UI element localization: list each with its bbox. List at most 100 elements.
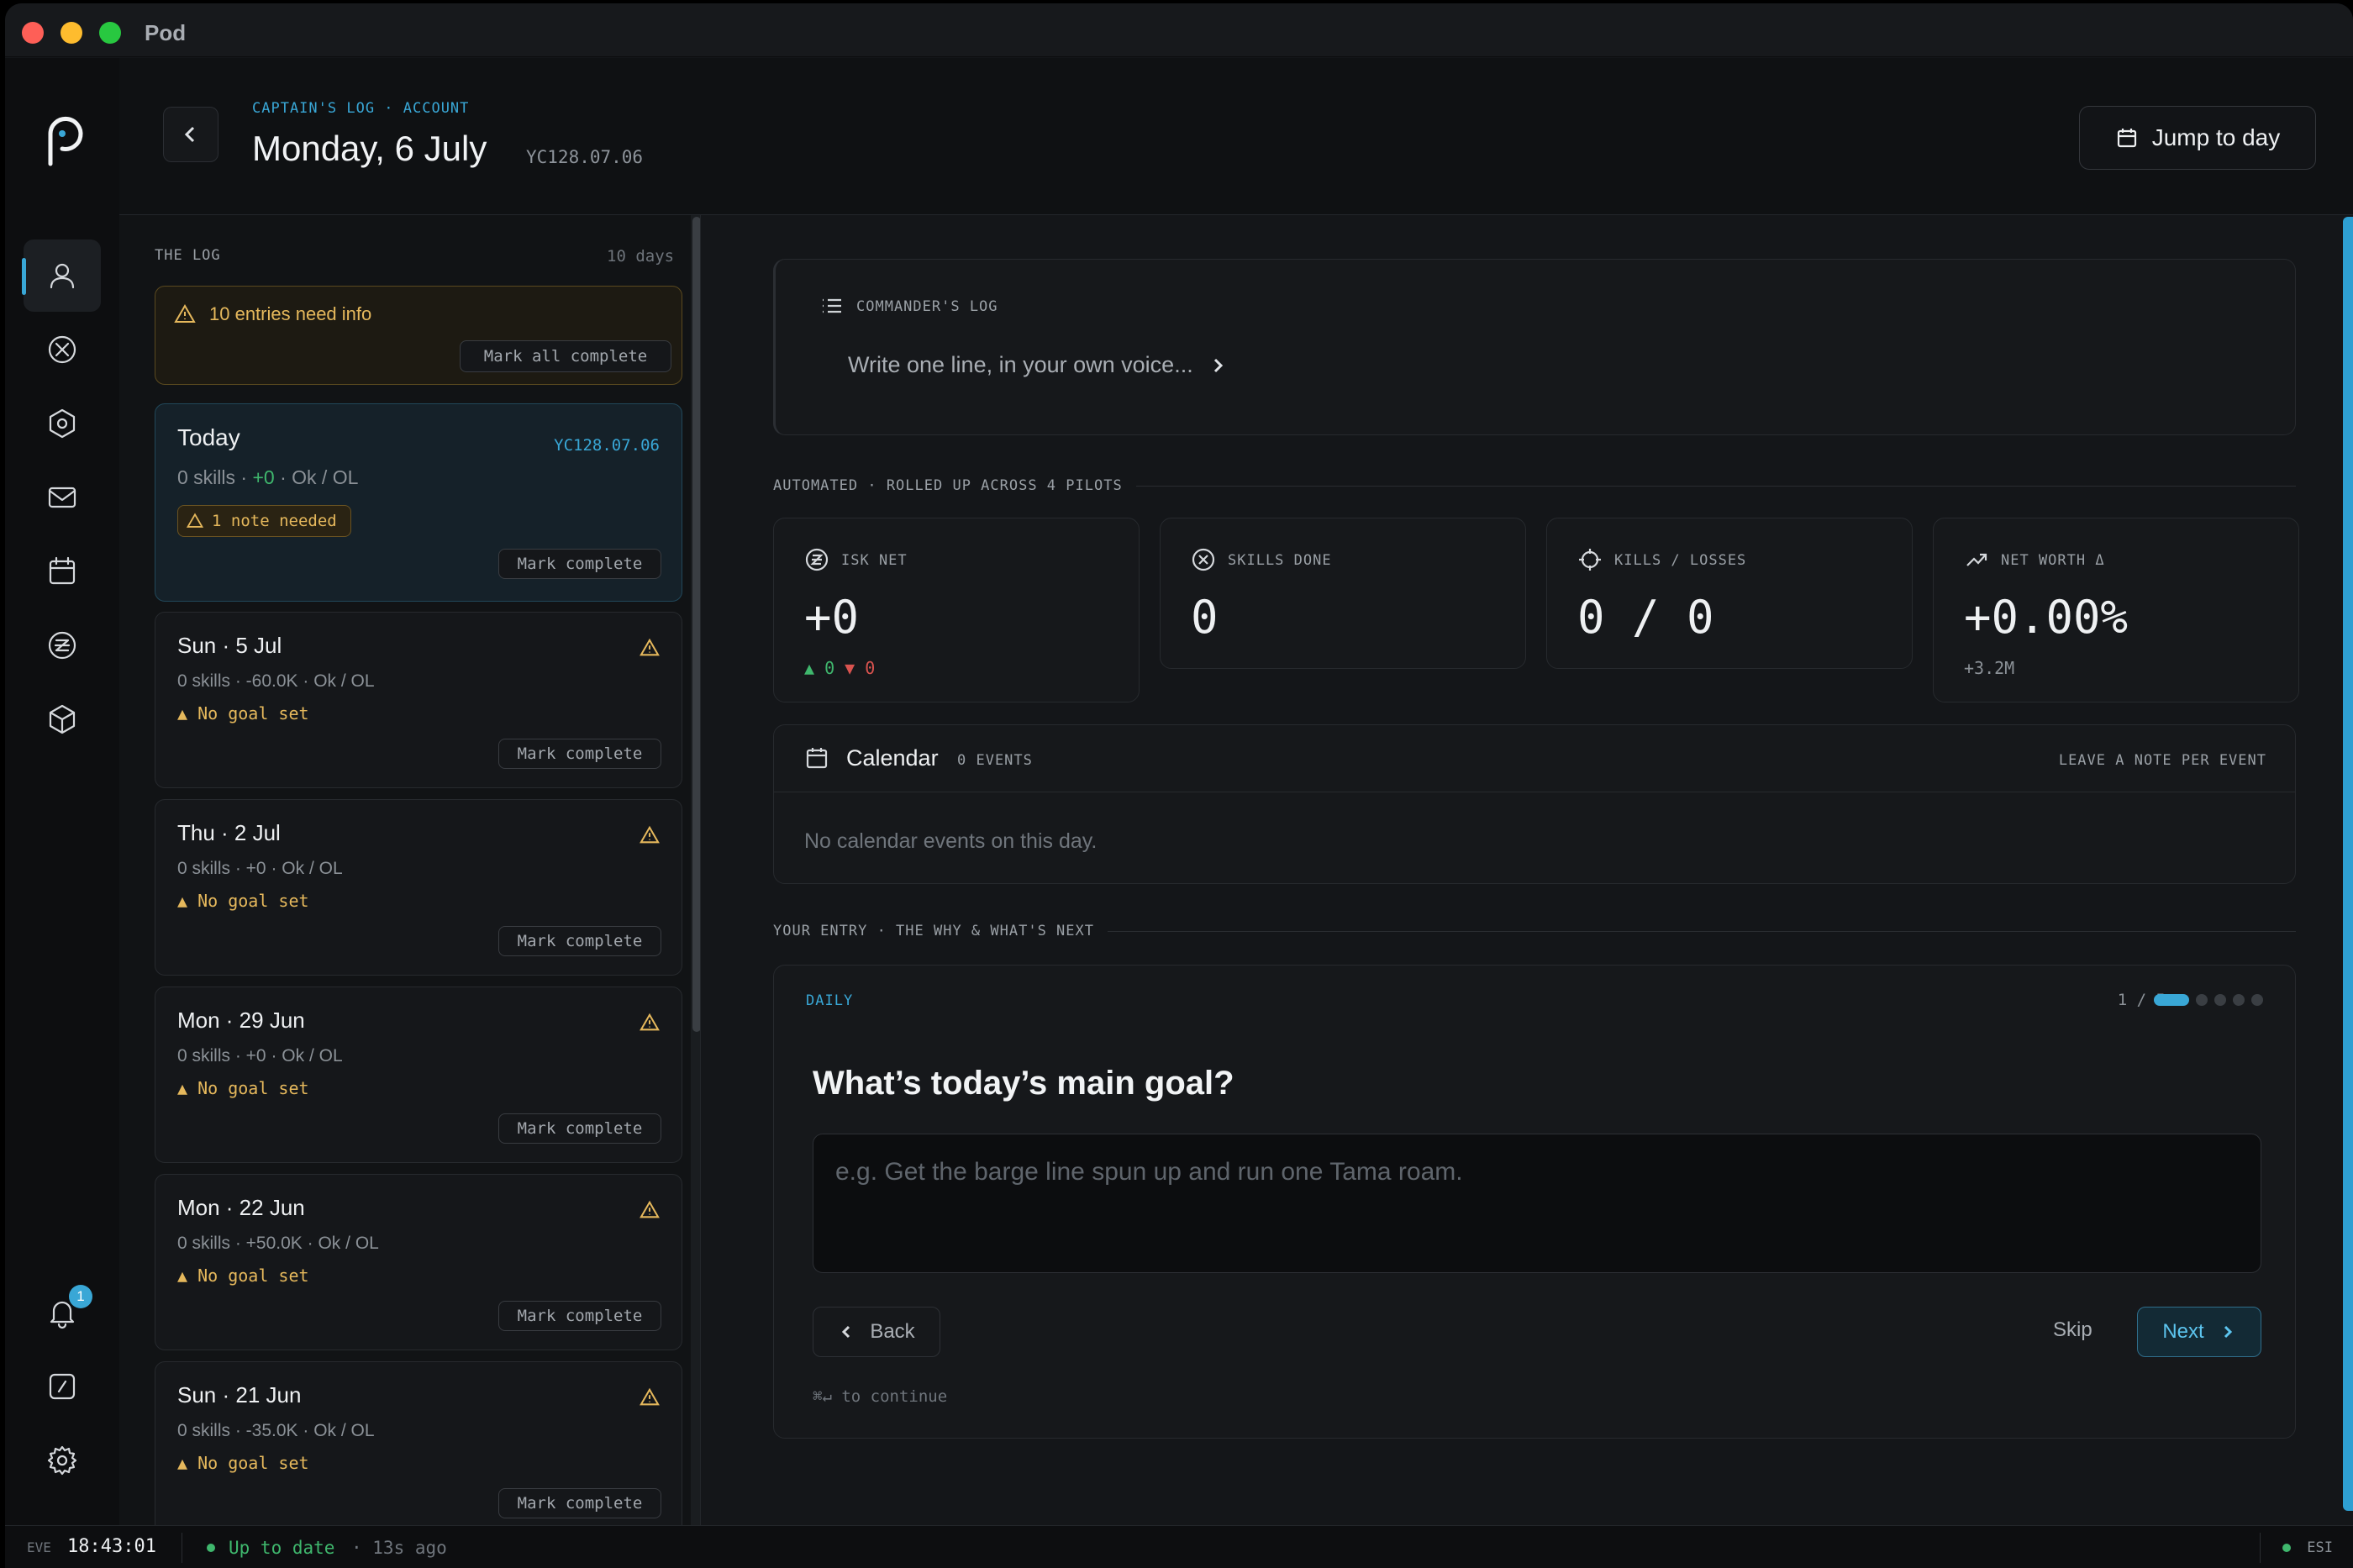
mail-icon <box>48 487 76 508</box>
card-stamp: YC128.07.06 <box>554 436 660 455</box>
hexagon-icon <box>49 408 76 439</box>
goal-text: No goal set <box>197 891 309 911</box>
calendar-empty-text: No calendar events on this day. <box>804 829 1098 853</box>
nav-calendar-button[interactable] <box>24 535 101 608</box>
step-dot <box>2214 994 2226 1006</box>
dashboard-button[interactable] <box>24 1350 101 1423</box>
log-card[interactable]: Mon · 22 Jun 0 skills · +50.0K · Ok / OL ▲… <box>155 1174 682 1350</box>
log-scrollbar[interactable] <box>691 215 700 1525</box>
metric-label: ISK NET <box>841 552 908 569</box>
section-divider <box>1108 930 2296 932</box>
close-window-button[interactable] <box>22 22 44 44</box>
card-goal: ▲ No goal set <box>177 1265 309 1286</box>
jump-to-day-button[interactable]: Jump to day <box>2079 106 2316 170</box>
log-card[interactable]: Sun · 21 Jun 0 skills · -35.0K · Ok / OL ▲… <box>155 1361 682 1525</box>
chevron-left-icon <box>842 1325 850 1339</box>
step-indicator <box>2154 994 2263 1006</box>
calendar-card: Calendar 0 EVENTS LEAVE A NOTE PER EVENT… <box>773 724 2296 884</box>
mark-complete-button[interactable]: Mark complete <box>498 1488 661 1518</box>
eve-label: EVE <box>27 1539 51 1555</box>
mark-complete-button[interactable]: Mark complete <box>498 739 661 769</box>
status-divider <box>2260 1533 2261 1563</box>
isk-up: ▲ 0 <box>804 658 835 678</box>
entry-back-button[interactable]: Back <box>813 1307 940 1357</box>
nav-wallet-button[interactable] <box>24 609 101 681</box>
isk-icon <box>805 548 829 571</box>
step-dot <box>2196 994 2208 1006</box>
commanders-log-card[interactable]: COMMANDER'S LOG Write one line, in your … <box>773 259 2296 435</box>
card-day: Thu · 2 Jul <box>177 820 281 845</box>
log-card-today[interactable]: Today YC128.07.06 0 skills · +0 · Ok / O… <box>155 403 682 602</box>
nav-mail-button[interactable] <box>24 461 101 534</box>
pod-logo <box>48 116 83 166</box>
esi-status-dot <box>2282 1544 2291 1552</box>
goal-text: No goal set <box>197 703 309 723</box>
chevron-right-icon <box>2224 1325 2232 1339</box>
log-card[interactable]: Mon · 29 Jun 0 skills · +0 · Ok / OL ▲ No … <box>155 987 682 1163</box>
mark-all-complete-button[interactable]: Mark all complete <box>460 340 671 372</box>
back-button[interactable] <box>163 107 218 162</box>
section-divider <box>1135 485 2296 487</box>
log-card[interactable]: Sun · 5 Jul 0 skills · -60.0K · Ok / OL ▲ … <box>155 612 682 788</box>
card-goal: ▲ No goal set <box>177 891 309 911</box>
metric-sub: ▲ 0 ▼ 0 <box>804 658 875 678</box>
mark-complete-button[interactable]: Mark complete <box>498 926 661 956</box>
app-window: Pod 1 CAPTAIN'S LOG · ACCOUNT Monday, 6 … <box>5 3 2353 1568</box>
log-card[interactable]: Thu · 2 Jul 0 skills · +0 · Ok / OL ▲ No g… <box>155 799 682 976</box>
skip-button[interactable]: Skip <box>2053 1318 2092 1342</box>
metric-isk-net: ISK NET +0 ▲ 0 ▼ 0 <box>773 518 1140 702</box>
notifications-button[interactable]: 1 <box>24 1276 101 1349</box>
mark-complete-button[interactable]: Mark complete <box>498 1113 661 1144</box>
automated-label: AUTOMATED · ROLLED UP ACROSS 4 PILOTS <box>773 477 1123 494</box>
nav-rail: 1 <box>5 58 119 1525</box>
chevron-left-icon <box>184 126 195 143</box>
skills-icon <box>48 335 76 364</box>
entry-section-header: YOUR ENTRY · THE WHY & WHAT'S NEXT <box>773 923 2296 939</box>
calendar-note: LEAVE A NOTE PER EVENT <box>2058 752 2266 769</box>
card-stats: 0 skills · -60.0K · Ok / OL <box>177 671 375 691</box>
step-dot <box>2233 994 2245 1006</box>
note-needed-pill: 1 note needed <box>177 505 351 537</box>
nav-skills-button[interactable] <box>24 313 101 386</box>
log-count: 10 days <box>607 247 675 266</box>
warning-icon <box>640 1200 660 1218</box>
mark-complete-button[interactable]: Mark complete <box>498 549 661 579</box>
warning-icon <box>640 825 660 844</box>
entry-tag: DAILY <box>806 992 854 1009</box>
list-icon <box>823 298 841 313</box>
goal-text: No goal set <box>197 1453 309 1473</box>
calendar-header: Calendar 0 EVENTS LEAVE A NOTE PER EVENT <box>774 725 2295 792</box>
page-header: CAPTAIN'S LOG · ACCOUNT Monday, 6 July Y… <box>119 58 2353 215</box>
nav-account-button[interactable] <box>22 239 101 312</box>
zoom-window-button[interactable] <box>99 22 121 44</box>
card-day: Mon · 22 Jun <box>177 1195 305 1220</box>
settings-button[interactable] <box>24 1424 101 1497</box>
card-day: Sun · 21 Jun <box>177 1382 302 1408</box>
crosshair-icon <box>1579 549 1601 571</box>
chevron-right-icon <box>1213 358 1223 372</box>
mark-complete-button[interactable]: Mark complete <box>498 1301 661 1331</box>
step-dot-active <box>2154 994 2189 1006</box>
notification-badge: 1 <box>69 1285 92 1308</box>
isk-icon <box>48 631 76 660</box>
eve-clock: 18:43:01 <box>67 1536 156 1557</box>
person-icon <box>50 263 75 289</box>
info-warning-box: 10 entries need info Mark all complete <box>155 286 682 385</box>
main-scroll-indicator[interactable] <box>2343 217 2353 1511</box>
nav-inventory-button[interactable] <box>24 683 101 755</box>
card-day: Mon · 29 Jun <box>177 1008 305 1033</box>
main-content: COMMANDER'S LOG Write one line, in your … <box>716 215 2353 1525</box>
commanders-log-prompt[interactable]: Write one line, in your own voice... <box>848 352 1227 378</box>
card-day: Sun · 5 Jul <box>177 633 282 658</box>
calendar-icon <box>49 556 76 585</box>
minimize-window-button[interactable] <box>61 22 82 44</box>
next-button[interactable]: Next <box>2137 1307 2261 1357</box>
goal-text: No goal set <box>197 1265 309 1286</box>
keyboard-hint: ⌘↵ to continue <box>813 1387 948 1406</box>
note-needed-text: 1 note needed <box>212 512 337 530</box>
goal-input[interactable]: e.g. Get the barge line spun up and run … <box>813 1134 2261 1273</box>
card-stats: 0 skills · +50.0K · Ok / OL <box>177 1234 379 1253</box>
metric-value: 0 / 0 <box>1577 591 1714 644</box>
nav-assets-button[interactable] <box>24 387 101 460</box>
scrollbar-thumb[interactable] <box>692 217 700 1032</box>
